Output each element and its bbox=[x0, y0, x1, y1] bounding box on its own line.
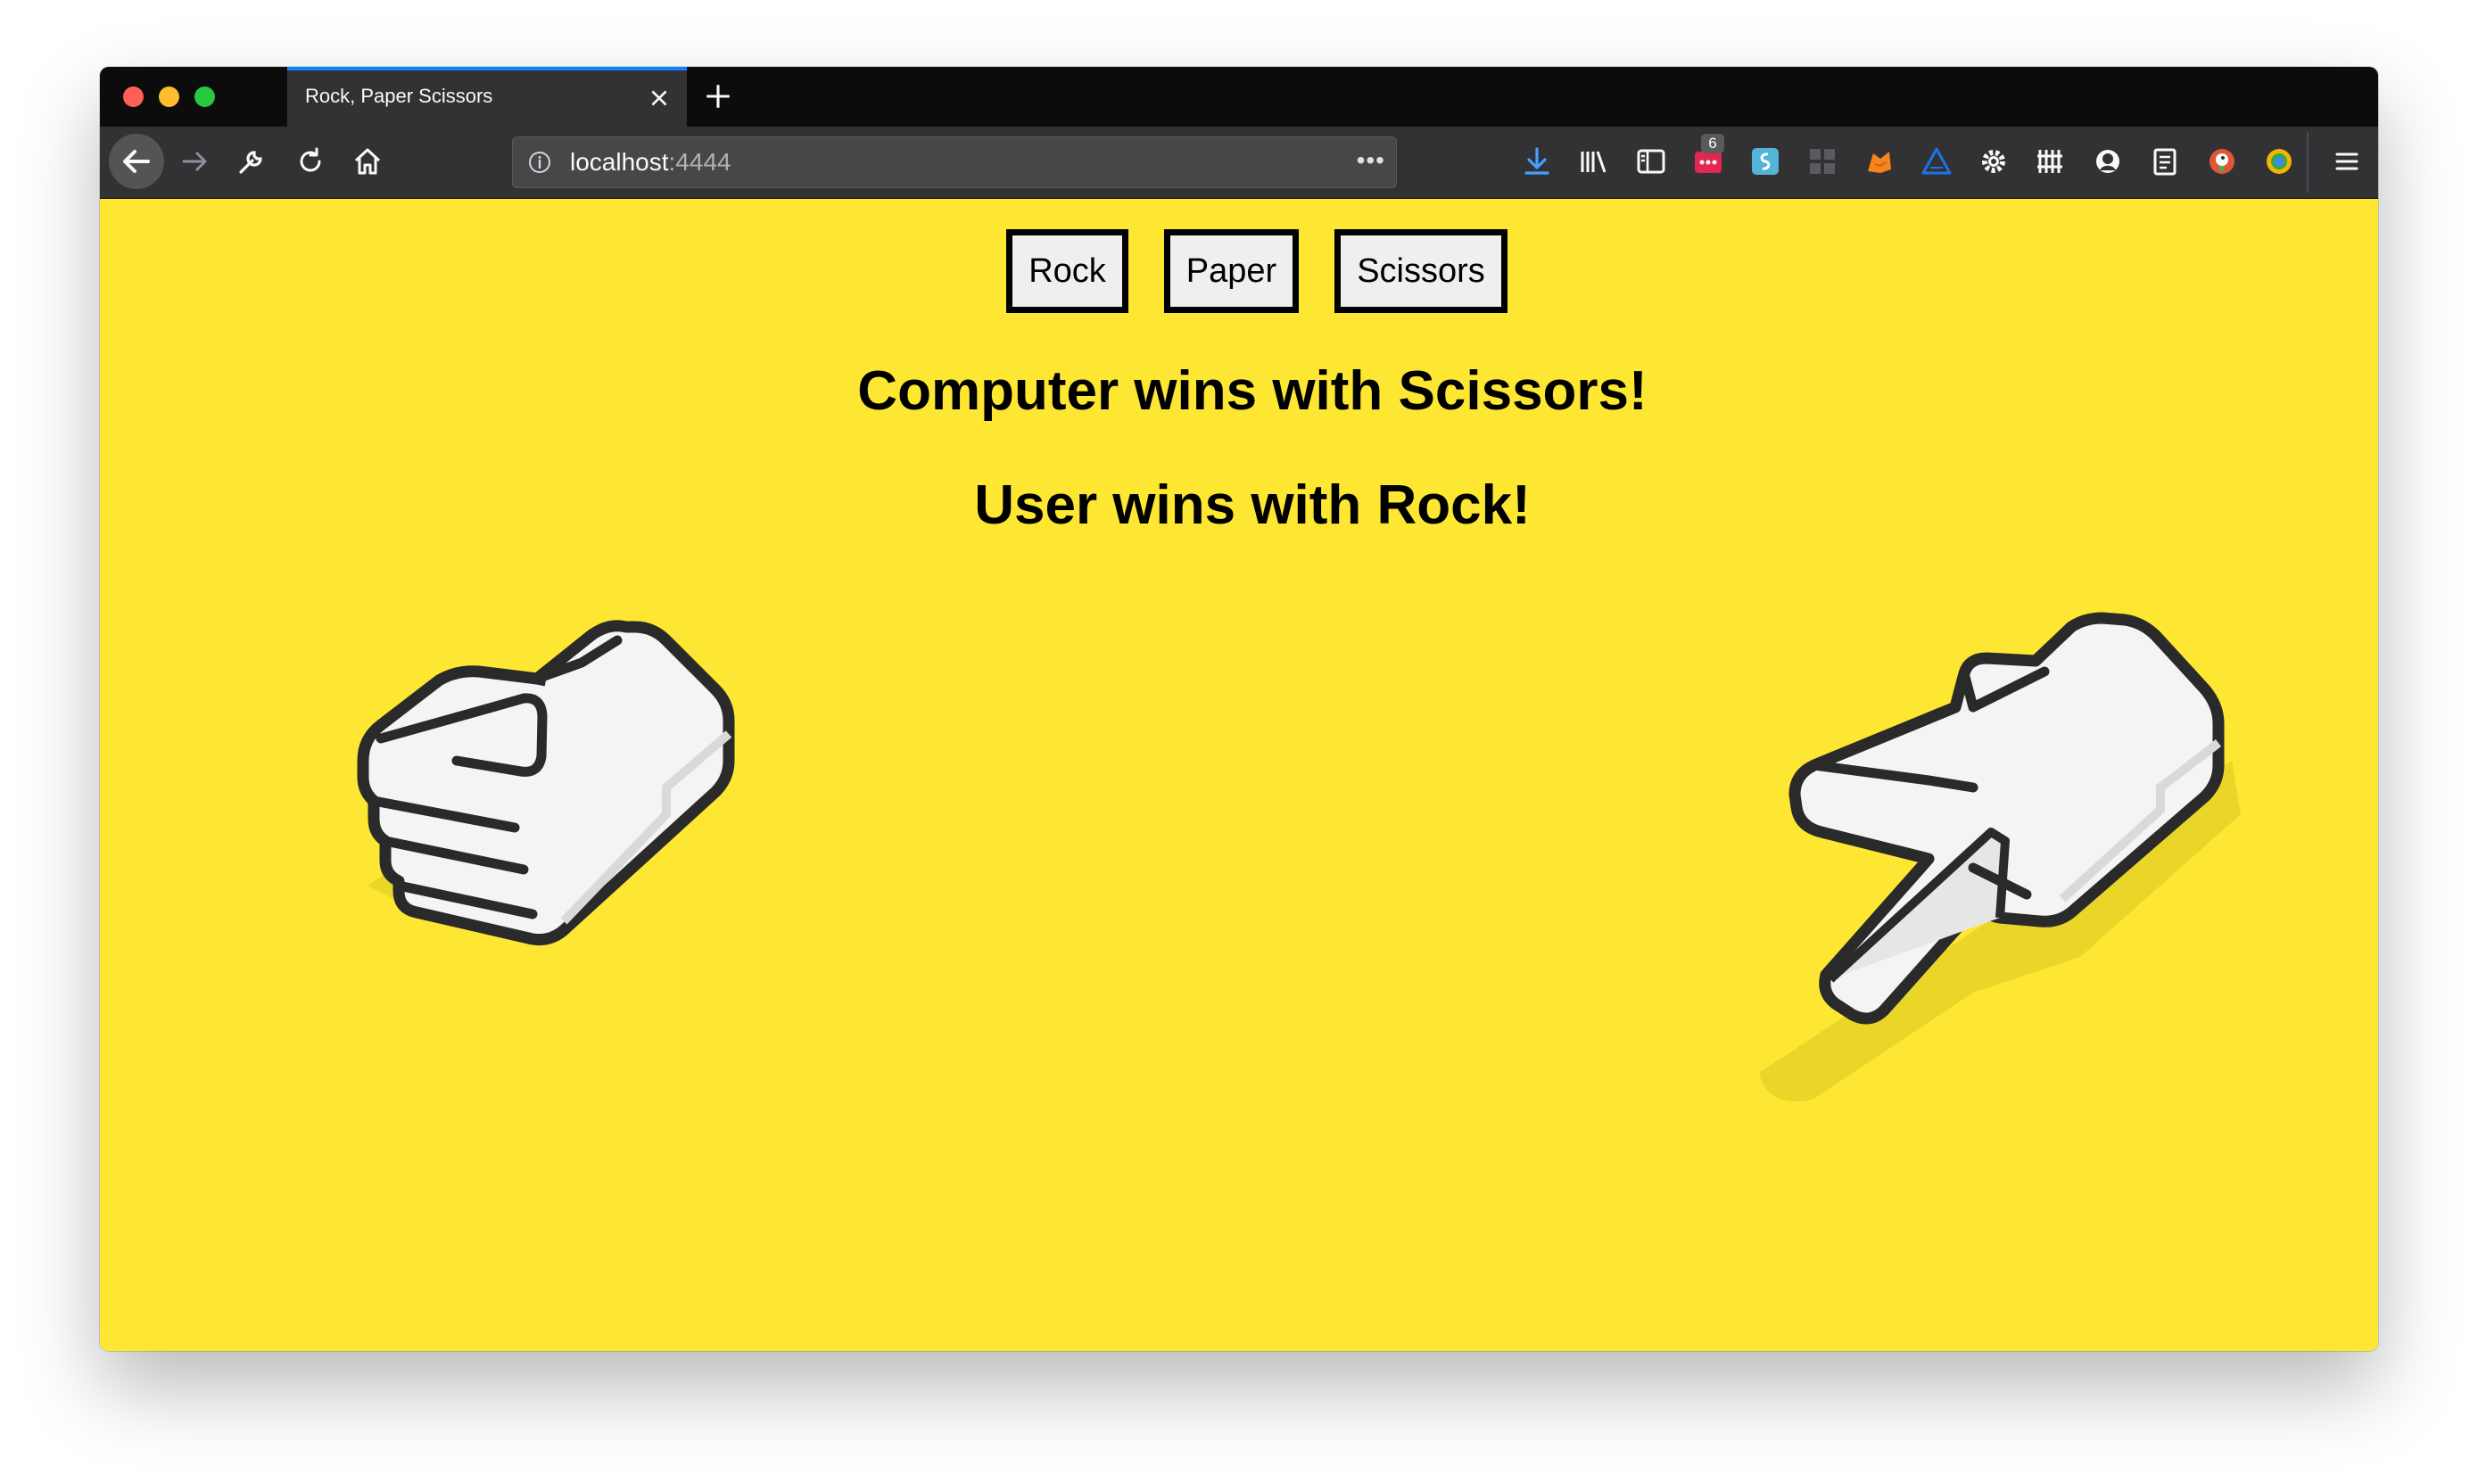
scissors-hand-icon bbox=[1759, 612, 2241, 1101]
tab-bar: Rock, Paper Scissors bbox=[100, 67, 2378, 127]
close-icon[interactable] bbox=[648, 87, 671, 110]
page-actions-button[interactable]: ••• bbox=[1357, 146, 1385, 175]
minimize-window-button[interactable] bbox=[159, 87, 179, 107]
extension-fence-icon[interactable] bbox=[2034, 144, 2068, 178]
extension-triangle-icon[interactable] bbox=[1920, 144, 1953, 178]
rock-hand-icon bbox=[357, 620, 735, 945]
toolbar-separator bbox=[2307, 132, 2309, 193]
forward-arrow-icon[interactable] bbox=[178, 145, 211, 177]
wrench-icon[interactable] bbox=[235, 145, 268, 177]
metamask-icon[interactable] bbox=[1863, 144, 1896, 178]
url-text: localhost:4444 bbox=[570, 148, 731, 177]
menu-icon[interactable] bbox=[2330, 144, 2364, 178]
sidebar-icon[interactable] bbox=[1634, 144, 1668, 178]
extension-grid-icon[interactable] bbox=[1805, 144, 1839, 178]
close-window-button[interactable] bbox=[123, 87, 144, 107]
gear-icon[interactable] bbox=[1977, 144, 2011, 178]
url-host: localhost bbox=[570, 148, 669, 176]
duckduckgo-icon[interactable] bbox=[2205, 144, 2239, 178]
navigation-toolbar: localhost:4444 ••• 6 bbox=[100, 127, 2378, 199]
library-icon[interactable] bbox=[1577, 144, 1611, 178]
back-arrow-icon bbox=[123, 150, 150, 173]
browser-window: Rock, Paper Scissors localhost:4444 ••• … bbox=[100, 67, 2378, 1351]
info-icon[interactable] bbox=[527, 150, 552, 175]
paper-button[interactable]: Paper bbox=[1163, 229, 1300, 313]
new-tab-icon[interactable] bbox=[703, 81, 733, 111]
extension-globe-icon[interactable] bbox=[2262, 144, 2296, 178]
user-result-heading: User wins with Rock! bbox=[974, 474, 1531, 536]
reload-icon[interactable] bbox=[294, 145, 326, 177]
scissors-button[interactable]: Scissors bbox=[1334, 229, 1507, 313]
choice-buttons: Rock Paper Scissors bbox=[100, 229, 2378, 313]
home-icon[interactable] bbox=[351, 145, 384, 177]
clipboard-icon[interactable] bbox=[2148, 144, 2182, 178]
page-content: Rock Paper Scissors Computer wins with S… bbox=[100, 199, 2378, 1351]
url-bar[interactable]: localhost:4444 ••• bbox=[512, 136, 1397, 188]
extension-blue-icon[interactable] bbox=[1748, 144, 1782, 178]
back-button[interactable] bbox=[109, 134, 164, 189]
tab-title: Rock, Paper Scissors bbox=[305, 85, 493, 107]
computer-result-heading: Computer wins with Scissors! bbox=[857, 360, 1648, 422]
extension-face-icon[interactable] bbox=[2091, 144, 2125, 178]
download-icon[interactable] bbox=[1520, 144, 1554, 178]
notification-badge: 6 bbox=[1701, 134, 1724, 153]
maximize-window-button[interactable] bbox=[194, 87, 215, 107]
url-port: :4444 bbox=[668, 148, 731, 176]
browser-tab[interactable]: Rock, Paper Scissors bbox=[287, 67, 687, 127]
rock-button[interactable]: Rock bbox=[1006, 229, 1128, 313]
